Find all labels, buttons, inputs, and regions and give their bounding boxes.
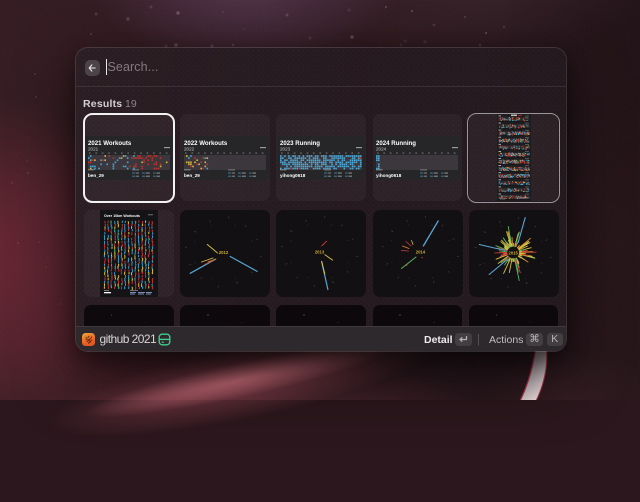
svg-text:yihong0618: yihong0618 xyxy=(376,173,402,178)
svg-text:ben_29: ben_29 xyxy=(184,173,200,178)
svg-text:Over 10km Workouts: Over 10km Workouts xyxy=(104,214,140,218)
svg-text:2014: 2014 xyxy=(415,249,425,254)
svg-text:2024: 2024 xyxy=(376,146,387,151)
svg-text:2023: 2023 xyxy=(280,146,291,151)
svg-text:2021: 2021 xyxy=(88,146,99,151)
svg-text:2013: 2013 xyxy=(315,249,325,254)
svg-text:yihong0618: yihong0618 xyxy=(280,173,306,178)
svg-text:2012: 2012 xyxy=(219,249,229,254)
svg-text:ben_29: ben_29 xyxy=(88,173,104,178)
svg-text:2022: 2022 xyxy=(184,146,195,151)
svg-text:2015: 2015 xyxy=(508,250,518,255)
